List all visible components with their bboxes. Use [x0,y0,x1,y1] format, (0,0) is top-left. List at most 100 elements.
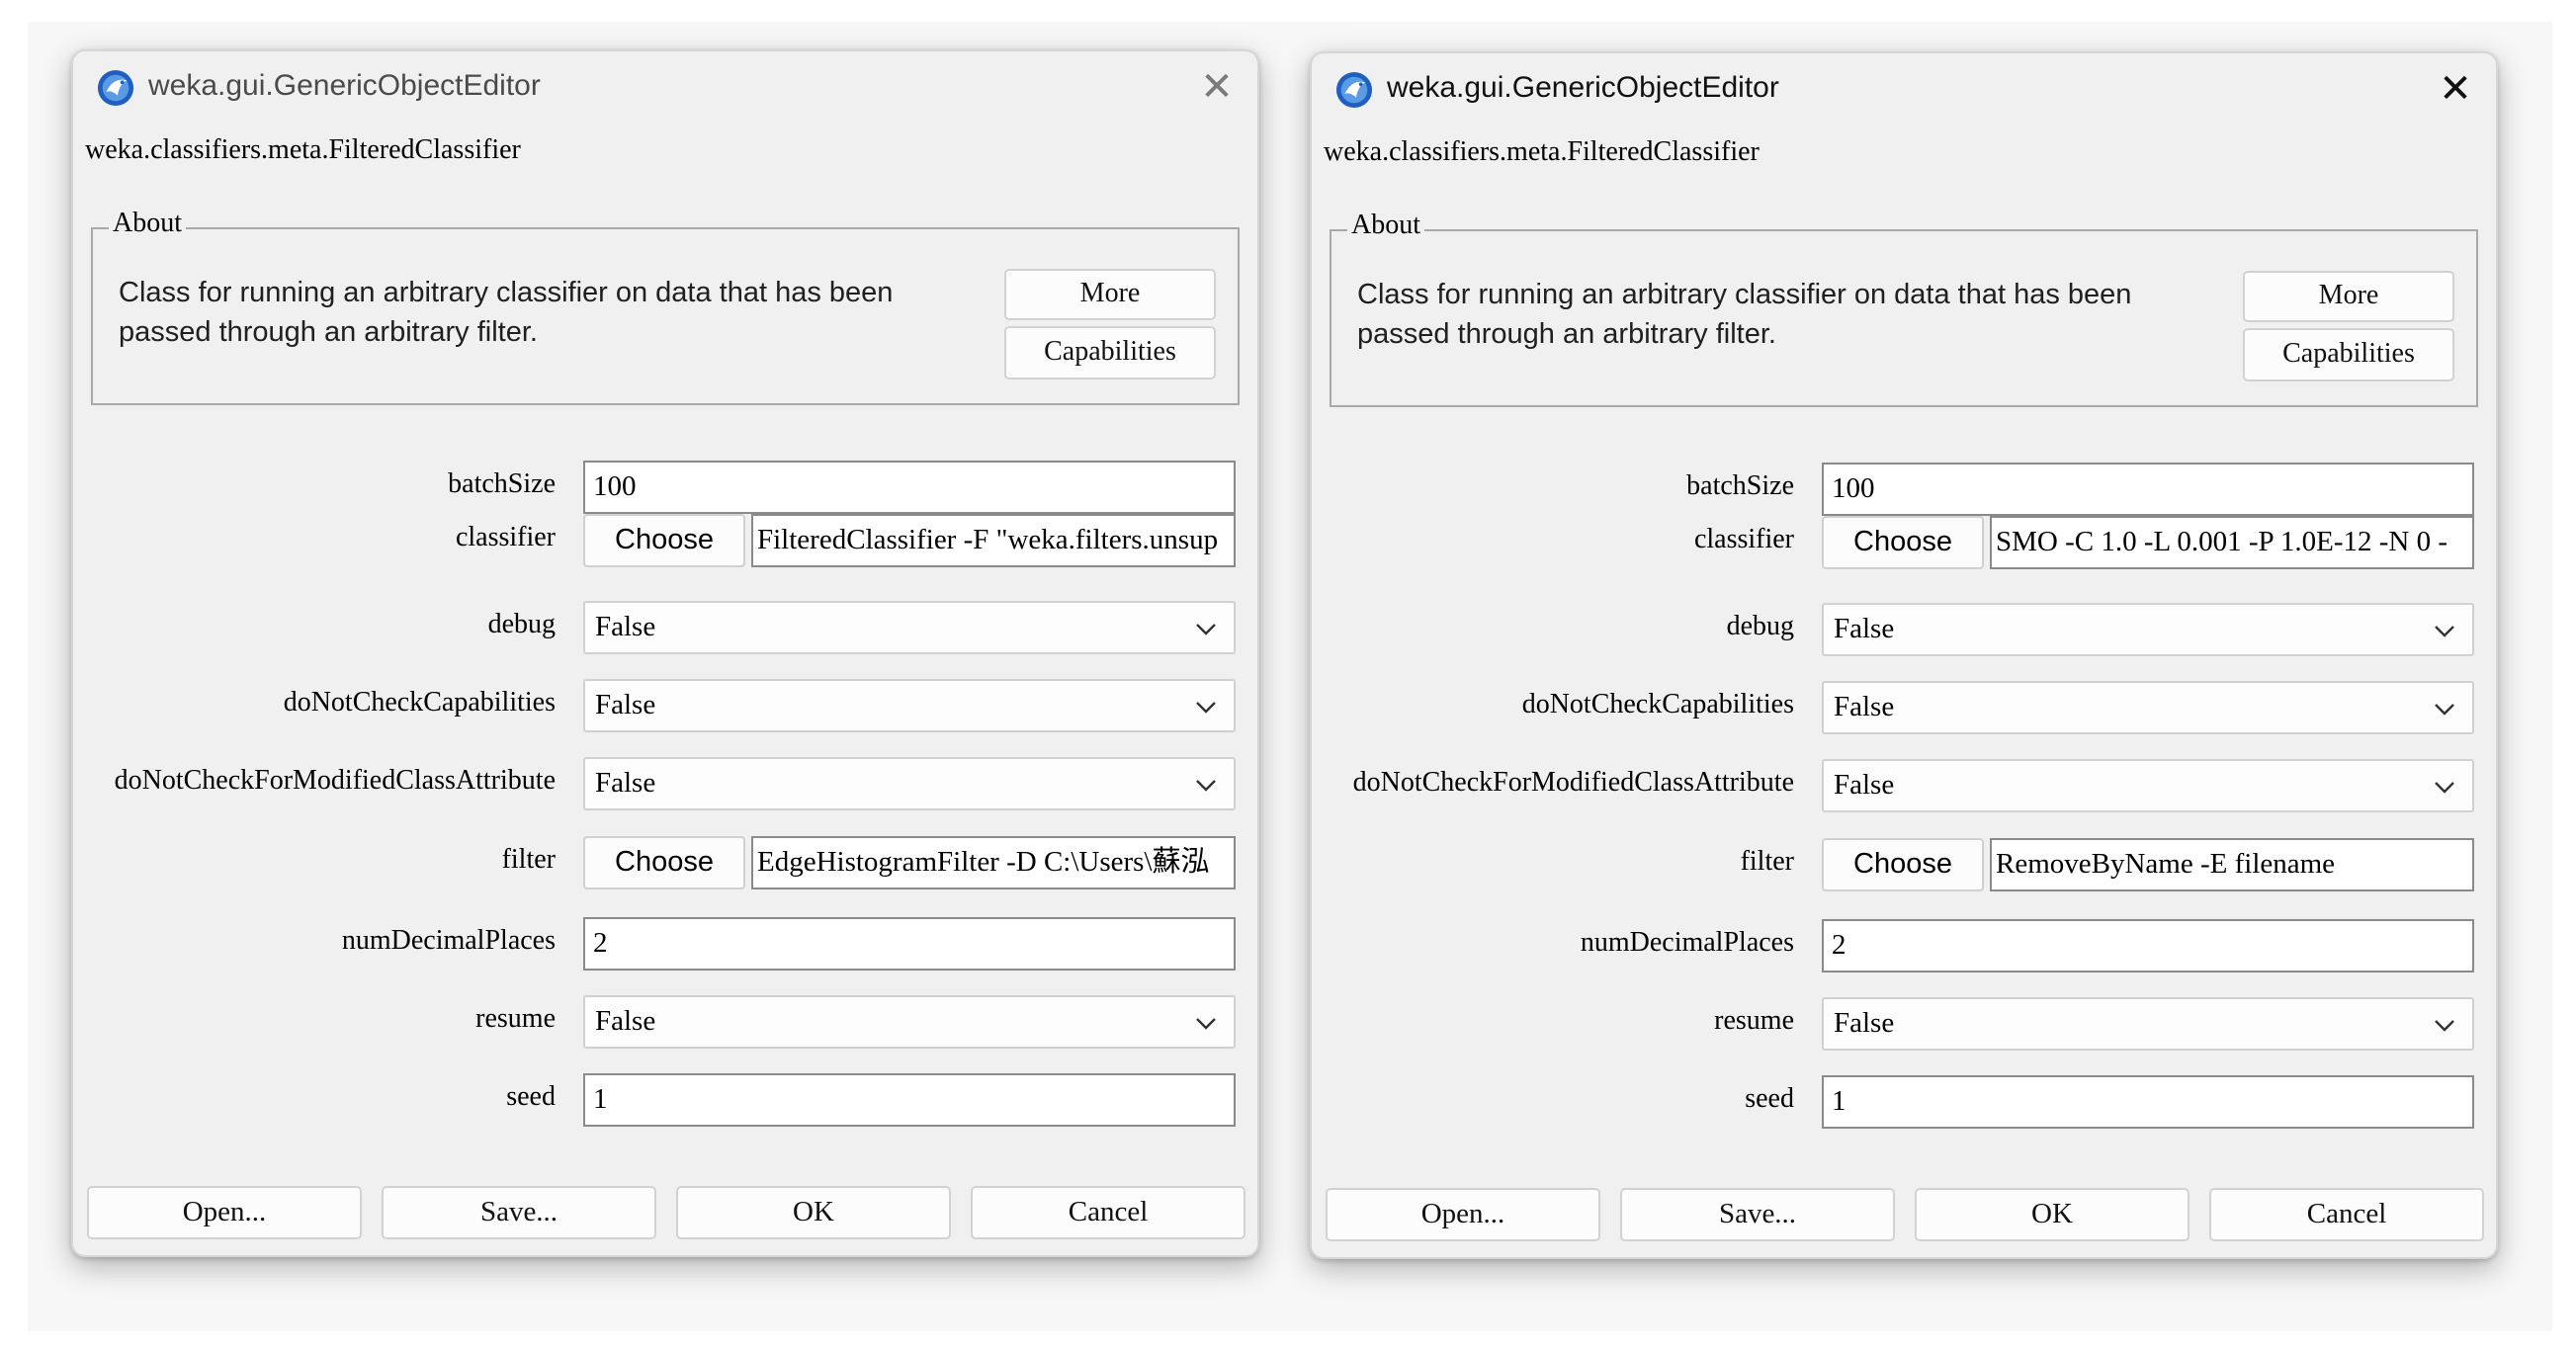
about-legend: About [109,208,186,239]
seed-row: seed 1 [73,1073,1257,1129]
about-text: Class for running an arbitrary classifie… [119,277,894,348]
classifier-row: classifier Choose FilteredClassifier -F … [73,508,1257,567]
filter-choose-button[interactable]: Choose [583,836,745,889]
right-dialog-window: weka.gui.GenericObjectEditor ✕ weka.clas… [1310,51,2498,1259]
resume-select-value: False [595,1005,656,1037]
donotcheckcapabilities-label: doNotCheckCapabilities [283,687,556,718]
batchsize-input[interactable]: 100 [1822,463,2474,516]
filter-value-field[interactable]: RemoveByName -E filename [1990,838,2474,891]
title-bar[interactable]: weka.gui.GenericObjectEditor ✕ [1312,53,2496,125]
debug-select[interactable]: False [1822,603,2474,656]
classifier-row: classifier Choose SMO -C 1.0 -L 0.001 -P… [1312,510,2496,569]
chevron-down-icon [1196,780,1216,792]
donotcheckformodifiedclassattribute-select[interactable]: False [583,757,1236,810]
about-text: Class for running an arbitrary classifie… [1357,279,2132,350]
filter-label: filter [501,844,556,875]
donotcheckformodifiedclassattribute-label: doNotCheckForModifiedClassAttribute [114,765,556,796]
cancel-button[interactable]: Cancel [971,1186,1245,1239]
more-button[interactable]: More [1004,269,1216,320]
debug-select-value: False [1834,613,1895,644]
chevron-down-icon [1196,1018,1216,1030]
close-icon[interactable]: ✕ [2433,67,2478,113]
donotcheckcapabilities-select[interactable]: False [583,679,1236,732]
numdecimalplaces-input[interactable]: 2 [1822,919,2474,972]
debug-label: debug [487,609,556,639]
resume-row: resume False [1312,997,2496,1053]
numdecimalplaces-label: numDecimalPlaces [341,925,556,956]
debug-label: debug [1726,611,1794,641]
chevron-down-icon [2435,626,2454,637]
classifier-label: classifier [1693,524,1794,554]
debug-select[interactable]: False [583,601,1236,654]
numdecimalplaces-row: numDecimalPlaces 2 [73,917,1257,972]
resume-row: resume False [73,995,1257,1051]
donotcheckcapabilities-label: doNotCheckCapabilities [1521,689,1794,719]
about-legend: About [1347,210,1424,241]
numdecimalplaces-row: numDecimalPlaces 2 [1312,919,2496,974]
capabilities-button[interactable]: Capabilities [1004,326,1216,380]
weka-bird-icon [1335,71,1373,109]
chevron-down-icon [1196,702,1216,714]
filter-label: filter [1740,846,1794,877]
resume-select[interactable]: False [1822,997,2474,1051]
resume-label: resume [1714,1005,1794,1036]
debug-select-value: False [595,611,656,642]
class-name-label: weka.classifiers.meta.FilteredClassifier [1324,136,1760,167]
filter-choose-button[interactable]: Choose [1822,838,1984,891]
donotcheckcapabilities-select[interactable]: False [1822,681,2474,734]
class-name-label: weka.classifiers.meta.FilteredClassifier [85,134,521,165]
save-button[interactable]: Save... [382,1186,656,1239]
save-button[interactable]: Save... [1620,1188,1895,1241]
debug-row: debug False [1312,603,2496,658]
capabilities-button[interactable]: Capabilities [2243,328,2454,381]
donotcheckformodifiedclassattribute-select-value: False [1834,769,1895,801]
filter-value-field[interactable]: EdgeHistogramFilter -D C:\Users\蘇泓 [751,836,1236,889]
seed-input[interactable]: 1 [583,1073,1236,1127]
donotcheckformodifiedclassattribute-row: doNotCheckForModifiedClassAttribute Fals… [73,757,1257,812]
donotcheckformodifiedclassattribute-label: doNotCheckForModifiedClassAttribute [1352,767,1794,798]
batchsize-input[interactable]: 100 [583,461,1236,514]
cancel-button[interactable]: Cancel [2209,1188,2484,1241]
chevron-down-icon [2435,782,2454,794]
seed-label: seed [1745,1083,1794,1114]
chevron-down-icon [2435,1020,2454,1032]
donotcheckformodifiedclassattribute-select[interactable]: False [1822,759,2474,812]
classifier-value-field[interactable]: FilteredClassifier -F "weka.filters.unsu… [751,514,1236,567]
chevron-down-icon [2435,704,2454,716]
window-title: weka.gui.GenericObjectEditor [148,69,541,102]
filter-row: filter Choose EdgeHistogramFilter -D C:\… [73,830,1257,889]
open-button[interactable]: Open... [87,1186,362,1239]
dialog-footer: Open... Save... OK Cancel [1312,1188,2496,1243]
seed-row: seed 1 [1312,1075,2496,1131]
resume-label: resume [475,1003,556,1034]
donotcheckformodifiedclassattribute-row: doNotCheckForModifiedClassAttribute Fals… [1312,759,2496,814]
weka-bird-icon [97,69,134,107]
about-panel: About Class for running an arbitrary cla… [1330,210,2478,407]
open-button[interactable]: Open... [1326,1188,1600,1241]
numdecimalplaces-label: numDecimalPlaces [1580,927,1794,958]
donotcheckcapabilities-row: doNotCheckCapabilities False [73,679,1257,734]
chevron-down-icon [1196,624,1216,635]
classifier-value-field[interactable]: SMO -C 1.0 -L 0.001 -P 1.0E-12 -N 0 - [1990,516,2474,569]
seed-label: seed [506,1081,556,1112]
classifier-choose-button[interactable]: Choose [583,514,745,567]
donotcheckcapabilities-row: doNotCheckCapabilities False [1312,681,2496,736]
classifier-choose-button[interactable]: Choose [1822,516,1984,569]
batchsize-label: batchSize [1686,470,1794,501]
donotcheckformodifiedclassattribute-select-value: False [595,767,656,799]
debug-row: debug False [73,601,1257,656]
numdecimalplaces-input[interactable]: 2 [583,917,1236,971]
donotcheckcapabilities-select-value: False [1834,691,1895,722]
seed-input[interactable]: 1 [1822,1075,2474,1129]
about-panel: About Class for running an arbitrary cla… [91,208,1240,405]
resume-select[interactable]: False [583,995,1236,1049]
ok-button[interactable]: OK [1915,1188,2190,1241]
more-button[interactable]: More [2243,271,2454,322]
resume-select-value: False [1834,1007,1895,1039]
donotcheckcapabilities-select-value: False [595,689,656,720]
close-icon[interactable]: ✕ [1194,65,1240,111]
classifier-label: classifier [455,522,556,552]
title-bar[interactable]: weka.gui.GenericObjectEditor ✕ [73,51,1257,123]
ok-button[interactable]: OK [676,1186,951,1239]
left-dialog-window: weka.gui.GenericObjectEditor ✕ weka.clas… [71,49,1259,1257]
